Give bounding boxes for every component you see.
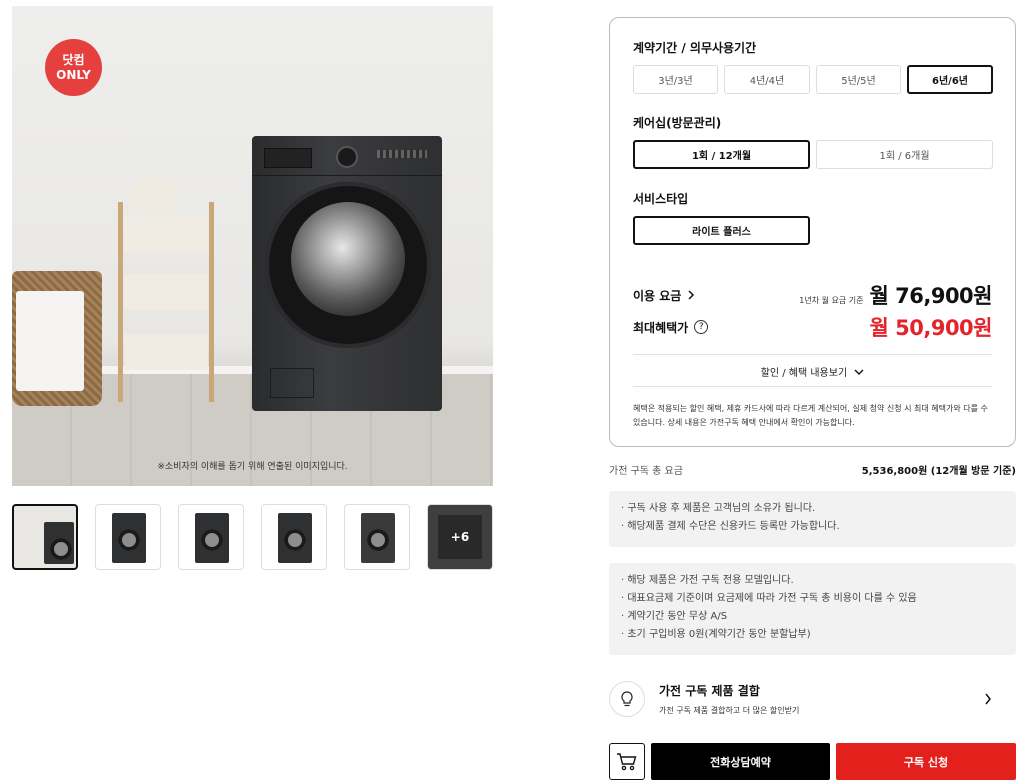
thumbnail-2[interactable] bbox=[95, 504, 161, 570]
info-item: 구독 사용 후 제품은 고객님의 소유가 됩니다. bbox=[621, 500, 1004, 518]
dotcom-only-badge: 닷컴 ONLY bbox=[45, 39, 102, 96]
info-item: 초기 구입비용 0원(계약기간 동안 분할납부) bbox=[621, 626, 1004, 644]
divider bbox=[633, 386, 992, 387]
discount-details-toggle[interactable]: 할인 / 혜택 내용보기 bbox=[633, 364, 992, 379]
fee-link[interactable]: 이용 요금 bbox=[633, 287, 695, 304]
subscription-options-card: 계약기간 / 의무사용기간 3년/3년 4년/4년 5년/5년 6년/6년 케어… bbox=[609, 17, 1016, 447]
chevron-right-icon bbox=[688, 290, 695, 300]
info-item: 해당제품 결제 수단은 신용카드 등록만 가능합니다. bbox=[621, 518, 1004, 536]
thumbnail-more[interactable]: +6 bbox=[427, 504, 493, 570]
fee-note: 1년차 월 요금 기준 bbox=[799, 296, 864, 305]
cloth-bundle bbox=[130, 178, 178, 212]
care-title: 케어십(방문관리) bbox=[633, 116, 722, 130]
care-option-6m[interactable]: 1회 / 6개월 bbox=[816, 140, 993, 169]
info-item: 대표요금제 기준이며 요금제에 따라 가전 구독 총 비용이 다를 수 있음 bbox=[621, 590, 1004, 608]
image-disclaimer: ※소비자의 이해를 돕기 위해 연출된 이미지입니다. bbox=[157, 462, 348, 472]
thumbnail-4[interactable] bbox=[261, 504, 327, 570]
total-fee-label: 가전 구독 총 요금 bbox=[609, 466, 683, 477]
care-option-12m[interactable]: 1회 / 12개월 bbox=[633, 140, 810, 169]
contract-option-5y[interactable]: 5년/5년 bbox=[816, 65, 901, 94]
total-fee-row: 가전 구독 총 요금 5,536,800원 (12개월 방문 기준) bbox=[609, 462, 1016, 477]
max-benefit-price: 월 50,900원 bbox=[869, 316, 993, 340]
total-fee-value: 5,536,800원 (12개월 방문 기준) bbox=[861, 466, 1016, 477]
phone-consultation-button[interactable]: 전화상담예약 bbox=[651, 743, 830, 780]
info-item: 계약기간 동안 무상 A/S bbox=[621, 608, 1004, 626]
more-count: +6 bbox=[438, 515, 482, 559]
laundry-shelf bbox=[118, 202, 214, 402]
badge-line-1: 닷컴 bbox=[62, 52, 85, 67]
product-info-box: 해당 제품은 가전 구독 전용 모델입니다. 대표요금제 기준이며 요금제에 따… bbox=[609, 563, 1016, 655]
thumbnail-1[interactable] bbox=[12, 504, 78, 570]
product-main-image: 닷컴 ONLY ※소비자의 이해를 돕기 위해 연출된 이미지입니다. bbox=[12, 6, 493, 486]
divider bbox=[633, 354, 992, 355]
chevron-down-icon bbox=[854, 369, 864, 375]
subscribe-button[interactable]: 구독 신청 bbox=[836, 743, 1016, 780]
towel bbox=[16, 291, 84, 391]
chevron-right-icon bbox=[985, 693, 991, 705]
thumbnail-strip: +6 bbox=[12, 504, 493, 570]
contract-option-4y[interactable]: 4년/4년 bbox=[724, 65, 810, 94]
discount-link-label: 할인 / 혜택 내용보기 bbox=[760, 368, 848, 379]
contract-title: 계약기간 / 의무사용기간 bbox=[633, 41, 757, 55]
service-type-title: 서비스타입 bbox=[633, 192, 689, 206]
cart-icon bbox=[617, 752, 637, 770]
thumbnail-3[interactable] bbox=[178, 504, 244, 570]
washing-machine bbox=[252, 136, 442, 411]
max-benefit-label: 최대혜택가 bbox=[633, 320, 689, 335]
benefit-notice: 혜택은 적용되는 할인 혜택, 제휴 카드사에 따라 다르게 계산되어, 실제 … bbox=[633, 404, 988, 427]
contract-option-6y[interactable]: 6년/6년 bbox=[907, 65, 993, 94]
fee-label: 이용 요금 bbox=[633, 288, 682, 303]
ownership-info-box: 구독 사용 후 제품은 고객님의 소유가 됩니다. 해당제품 결제 수단은 신용… bbox=[609, 491, 1016, 547]
help-icon[interactable]: ? bbox=[694, 320, 709, 334]
cart-button[interactable] bbox=[609, 743, 645, 780]
contract-option-3y[interactable]: 3년/3년 bbox=[633, 65, 718, 94]
service-option-light-plus[interactable]: 라이트 플러스 bbox=[633, 216, 810, 245]
bundle-subtitle: 가전 구독 제품 결합하고 더 많은 할인받기 bbox=[659, 706, 800, 715]
product-bundle-link[interactable]: 가전 구독 제품 결합 가전 구독 제품 결합하고 더 많은 할인받기 bbox=[609, 677, 1016, 721]
monthly-fee: 월 76,900원 bbox=[869, 284, 993, 308]
bundle-title: 가전 구독 제품 결합 bbox=[659, 684, 760, 698]
thumbnail-5[interactable] bbox=[344, 504, 410, 570]
info-item: 해당 제품은 가전 구독 전용 모델입니다. bbox=[621, 572, 1004, 590]
badge-line-2: ONLY bbox=[56, 67, 91, 82]
lightbulb-icon bbox=[609, 681, 645, 717]
